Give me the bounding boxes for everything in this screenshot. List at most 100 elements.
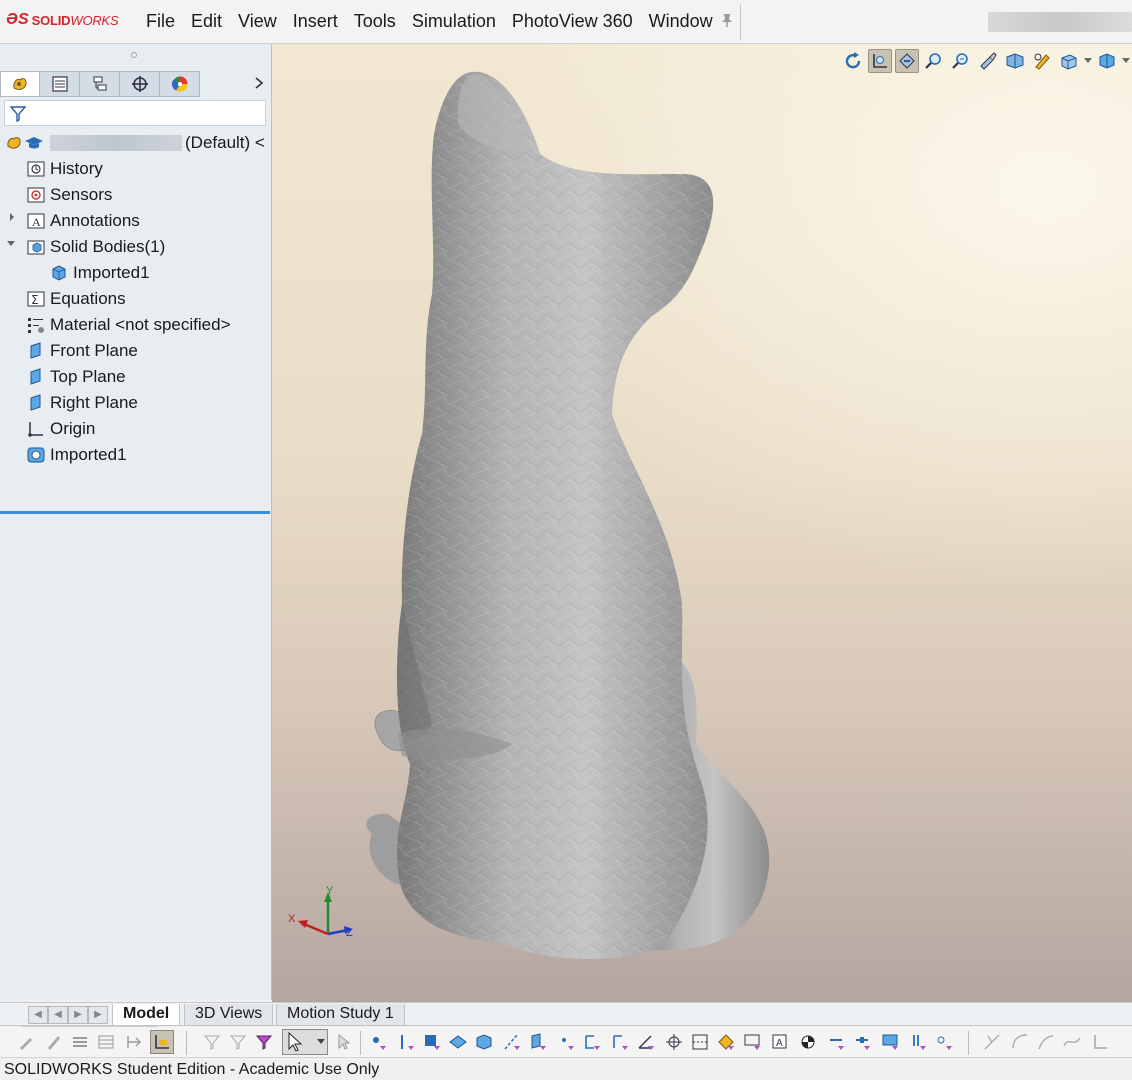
collapse-arrow-icon[interactable] <box>6 238 16 248</box>
filter-sketch-points-button[interactable] <box>608 1030 632 1054</box>
tab-feature-manager[interactable] <box>0 71 40 97</box>
sketch-tool-five-button[interactable] <box>1088 1030 1112 1054</box>
filter-sketch-segments-button[interactable] <box>580 1030 604 1054</box>
select-other-button[interactable] <box>332 1030 356 1054</box>
filter-datum-target-button[interactable] <box>850 1030 874 1054</box>
filter-planes-button[interactable] <box>526 1030 550 1054</box>
tab-first-button[interactable]: ◀ <box>28 1006 48 1024</box>
filter-surface-bodies-button[interactable] <box>446 1030 470 1054</box>
toggle-filter-button[interactable] <box>14 1030 38 1054</box>
view-orientation-dropdown[interactable] <box>1084 49 1092 73</box>
view-orientation-button[interactable] <box>1057 49 1081 73</box>
filter-gtol-button[interactable] <box>740 1030 764 1054</box>
plane-icon <box>26 367 46 387</box>
graphics-area[interactable]: Y X Z <box>272 44 1132 1002</box>
tree-item-equations[interactable]: Σ Equations <box>26 286 298 312</box>
menu-window[interactable]: Window <box>641 9 721 34</box>
previous-view-button[interactable] <box>895 49 919 73</box>
pin-icon[interactable] <box>720 12 734 28</box>
filter-solid-bodies-button[interactable] <box>472 1030 496 1054</box>
tab-prev-button[interactable]: ◀ <box>48 1006 68 1024</box>
filter-notes-button[interactable] <box>714 1030 738 1054</box>
filter-edges-button[interactable] <box>394 1030 418 1054</box>
tab-property-manager[interactable] <box>40 71 80 97</box>
filter-vertices-button[interactable] <box>366 1030 390 1054</box>
tab-dimxpert-manager[interactable] <box>120 71 160 97</box>
tree-item-label: Imported1 <box>73 263 150 282</box>
tree-item-top-plane[interactable]: Top Plane <box>26 364 298 390</box>
menu-photoview[interactable]: PhotoView 360 <box>504 9 641 34</box>
zoom-to-area-button[interactable] <box>868 49 892 73</box>
chevron-right-icon[interactable] <box>252 73 266 93</box>
tab-display-manager[interactable] <box>160 71 200 97</box>
menu-insert[interactable]: Insert <box>285 9 346 34</box>
menu-simulation[interactable]: Simulation <box>404 9 504 34</box>
filter-datum-button[interactable] <box>824 1030 848 1054</box>
tab-next-button[interactable]: ▶ <box>68 1006 88 1024</box>
panel-grip[interactable] <box>0 44 272 68</box>
spline-icon <box>1063 1037 1081 1047</box>
filter-dimensions-button[interactable] <box>634 1030 658 1054</box>
clear-filter-button[interactable] <box>42 1030 66 1054</box>
zoom-to-fit-button[interactable] <box>841 49 865 73</box>
sketch-tool-three-button[interactable] <box>1034 1030 1058 1054</box>
filter-blocks-button[interactable] <box>906 1030 930 1054</box>
section-plane-button[interactable] <box>1003 49 1027 73</box>
tree-item-right-plane[interactable]: Right Plane <box>26 390 298 416</box>
menu-view[interactable]: View <box>230 9 285 34</box>
bottom-tab-bar: ◀ ◀ ▶ ▶ Model 3D Views Motion Study 1 <box>0 1002 1132 1026</box>
tab-model[interactable]: Model <box>112 1004 181 1026</box>
tab-3d-views[interactable]: 3D Views <box>184 1004 274 1026</box>
zoom-in-out-button[interactable] <box>922 49 946 73</box>
menu-tools[interactable]: Tools <box>346 9 404 34</box>
display-style-dropdown[interactable] <box>1122 49 1130 73</box>
rotate-view-button[interactable] <box>976 49 1000 73</box>
expand-arrow-icon[interactable] <box>7 212 17 222</box>
select-button[interactable] <box>282 1029 328 1055</box>
solidworks-logo[interactable]: ƏS SOLID WORKS <box>6 9 119 31</box>
menu-file[interactable]: File <box>138 9 183 34</box>
filter-origin-button[interactable] <box>150 1030 174 1054</box>
filter-list-button[interactable] <box>68 1030 92 1054</box>
tree-item-origin[interactable]: Origin <box>26 416 298 442</box>
axis-triad[interactable]: Y X Z <box>286 884 356 944</box>
tab-last-button[interactable]: ▶ <box>88 1006 108 1024</box>
tree-item-imported-feature[interactable]: Imported1 <box>26 442 298 468</box>
filter-funnel-button[interactable] <box>200 1030 224 1054</box>
tree-filter-input[interactable] <box>4 100 266 126</box>
dynamic-annotation-button[interactable] <box>1030 49 1054 73</box>
filter-table-button[interactable] <box>94 1030 118 1054</box>
sketch-tool-four-button[interactable] <box>1060 1030 1084 1054</box>
filter-dimension-button[interactable] <box>122 1030 146 1054</box>
filter-centerlines-button[interactable] <box>688 1030 712 1054</box>
section-view-button[interactable] <box>949 49 973 73</box>
tab-configuration-manager[interactable] <box>80 71 120 97</box>
filter-funnel-two-button[interactable] <box>226 1030 250 1054</box>
filter-centermarks-button[interactable] <box>662 1030 686 1054</box>
filter-cosmetic-thread-button[interactable] <box>878 1030 902 1054</box>
filter-welds-button[interactable] <box>796 1030 820 1054</box>
tree-item-label: Material <not specified> <box>50 315 231 334</box>
tree-item-solid-bodies[interactable]: Solid Bodies(1) <box>26 234 298 260</box>
tree-item-front-plane[interactable]: Front Plane <box>26 338 298 364</box>
filter-points-button[interactable] <box>554 1030 578 1054</box>
tree-item-material[interactable]: Material <not specified> <box>26 312 298 338</box>
block-icon <box>913 1035 926 1050</box>
tree-root-part[interactable]: (Default) < <box>4 130 276 156</box>
display-style-button[interactable] <box>1095 49 1119 73</box>
filter-active-button[interactable] <box>252 1030 276 1054</box>
filter-axes-button[interactable] <box>500 1030 524 1054</box>
filter-faces-button[interactable] <box>420 1030 444 1054</box>
tab-motion-study[interactable]: Motion Study 1 <box>276 1004 405 1026</box>
filter-annotations-button[interactable]: A <box>768 1030 792 1054</box>
search-field-redacted[interactable] <box>988 12 1132 32</box>
sketch-tool-two-button[interactable] <box>1008 1030 1032 1054</box>
menu-edit[interactable]: Edit <box>183 9 230 34</box>
sketch-tool-one-button[interactable] <box>980 1030 1004 1054</box>
tree-item-sensors[interactable]: Sensors <box>26 182 298 208</box>
rollback-bar[interactable] <box>0 511 270 514</box>
cat-model[interactable] <box>272 44 1132 1002</box>
filter-spot-welds-button[interactable] <box>932 1030 956 1054</box>
tree-item-history[interactable]: History <box>26 156 298 182</box>
tree-item-annotations[interactable]: A Annotations <box>26 208 298 234</box>
